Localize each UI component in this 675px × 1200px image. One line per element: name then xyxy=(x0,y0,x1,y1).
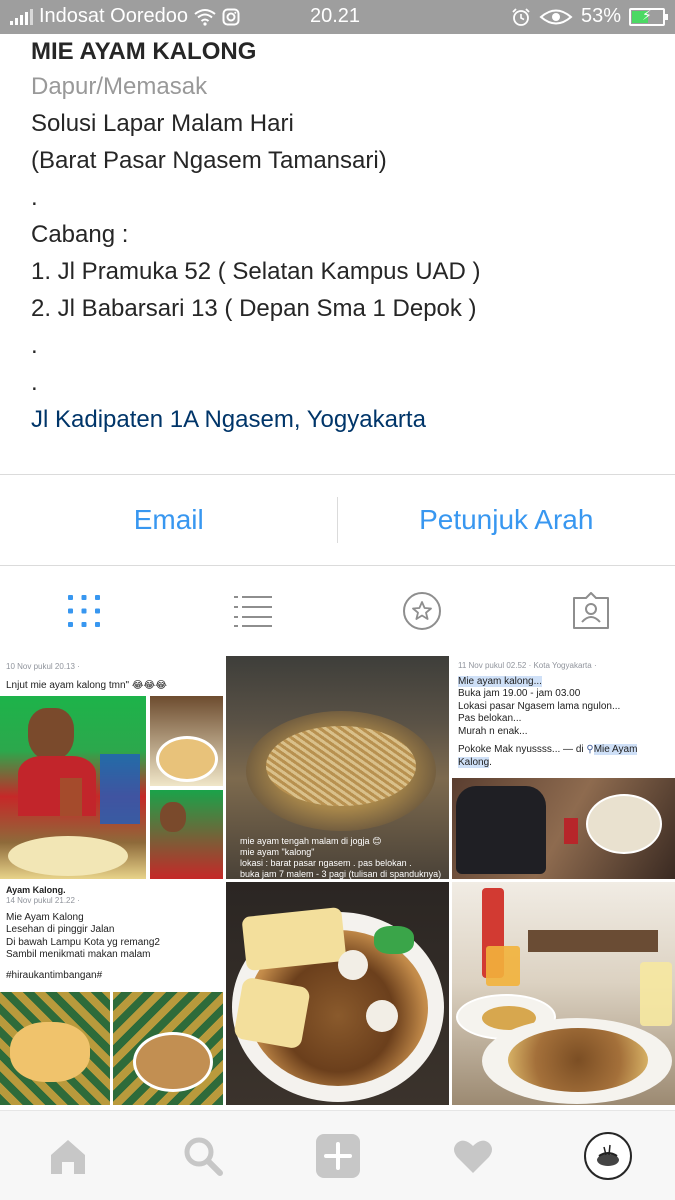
bio-line: (Barat Pasar Ngasem Tamansari) xyxy=(31,147,387,174)
post-text: Lesehan di pinggir Jalan xyxy=(6,924,115,935)
post-text: Pas belokan... xyxy=(458,713,522,724)
post-text: Buka jam 19.00 - jam 03.00 xyxy=(458,688,581,699)
post-photo xyxy=(374,926,414,954)
divider xyxy=(337,497,338,543)
tab-tagged[interactable] xyxy=(506,566,675,656)
post-grid: 10 Nov pukul 20.13 · Lnjut mie ayam kalo… xyxy=(0,656,675,1110)
location-pin-icon: ⚲ xyxy=(586,744,594,755)
post-photo xyxy=(233,976,311,1050)
post-photo xyxy=(0,696,146,879)
post-photo xyxy=(528,930,658,952)
list-icon xyxy=(234,596,273,627)
post-photo xyxy=(640,962,672,1026)
post-text: Lnjut mie ayam kalong tmn" 😂😂😂 xyxy=(6,680,167,691)
instagram-notification-icon xyxy=(222,8,240,25)
carrier-name: Indosat Ooredoo xyxy=(39,5,188,27)
bio-line: . xyxy=(31,332,38,359)
post-photo xyxy=(241,906,347,972)
status-bar: Indosat Ooredoo 20.21 53% ⚡ xyxy=(0,0,675,34)
nav-search[interactable] xyxy=(135,1111,270,1200)
profile-address-link[interactable]: Jl Kadipaten 1A Ngasem, Yogyakarta xyxy=(31,401,651,438)
profile-avatar-icon xyxy=(583,1131,632,1180)
post-text: Pokoke Mak nyussss... — di xyxy=(458,744,587,755)
activity-heart-icon xyxy=(453,1140,492,1173)
post-text: Di bawah Lampu Kota yg remang2 xyxy=(6,936,160,948)
post-meta: 10 Nov pukul 20.13 · xyxy=(6,662,80,671)
bottom-nav xyxy=(0,1110,675,1200)
add-post-icon xyxy=(315,1133,360,1178)
nav-activity[interactable] xyxy=(405,1111,540,1200)
tab-list[interactable] xyxy=(169,566,338,656)
profile-name: MIE AYAM KALONG xyxy=(31,38,257,65)
post-header: Ayam Kalong. xyxy=(6,885,66,895)
post-photo xyxy=(452,778,675,879)
eye-comfort-icon xyxy=(539,9,573,24)
clock: 20.21 xyxy=(310,5,361,27)
email-button[interactable]: Email xyxy=(0,475,338,565)
alarm-icon xyxy=(512,7,530,26)
post-thumbnail[interactable]: mie ayam tengah malam di jogja 😊 mie aya… xyxy=(226,656,449,879)
battery-percent: 53% xyxy=(580,5,621,27)
profile-bio: MIE AYAM KALONG Dapur/Memasak Solusi Lap… xyxy=(31,36,651,438)
post-thumbnail[interactable]: 10 Nov pukul 20.13 · Lnjut mie ayam kalo… xyxy=(0,656,223,879)
saved-star-icon xyxy=(402,592,441,630)
post-text: Lokasi pasar Ngasem lama ngulon... xyxy=(458,700,621,712)
contact-buttons: Email Petunjuk Arah xyxy=(0,475,675,565)
post-photo xyxy=(150,790,223,879)
bio-line: . xyxy=(31,369,38,396)
post-photo xyxy=(113,992,223,1105)
post-thumbnail[interactable]: Ayam Kalong. 14 Nov pukul 21.22 · Mie Ay… xyxy=(0,882,223,1105)
wifi-icon xyxy=(194,8,216,26)
profile-category: Dapur/Memasak xyxy=(31,73,208,100)
post-text: Sambil menikmati makan malam xyxy=(6,949,151,960)
bio-line: 1. Jl Pramuka 52 ( Selatan Kampus UAD ) xyxy=(31,258,481,285)
tagged-icon xyxy=(572,592,609,629)
post-thumbnail[interactable] xyxy=(452,882,675,1105)
post-photo xyxy=(266,726,416,806)
post-photo xyxy=(508,1028,648,1092)
post-meta: 14 Nov pukul 21.22 · xyxy=(6,896,80,905)
post-caption: mie ayam tengah malam di jogja 😊 mie aya… xyxy=(240,836,442,879)
post-photo xyxy=(338,950,368,980)
bio-line: Solusi Lapar Malam Hari xyxy=(31,110,294,137)
home-icon xyxy=(50,1139,85,1174)
post-meta: 11 Nov pukul 02.52 · Kota Yogyakarta · xyxy=(458,661,597,670)
bio-line: . xyxy=(31,184,38,211)
directions-button[interactable]: Petunjuk Arah xyxy=(338,475,675,565)
tab-saved[interactable] xyxy=(338,566,507,656)
search-icon xyxy=(184,1137,223,1176)
post-thumbnail[interactable]: 11 Nov pukul 02.52 · Kota Yogyakarta · M… xyxy=(452,656,675,879)
post-text: Mie Ayam Kalong xyxy=(6,911,84,923)
post-thumbnail[interactable] xyxy=(226,882,449,1105)
post-photo xyxy=(0,992,110,1105)
tab-grid[interactable] xyxy=(0,566,169,656)
bio-line: Cabang : xyxy=(31,221,129,248)
battery-icon: ⚡ xyxy=(629,7,668,26)
post-photo xyxy=(486,946,520,986)
nav-profile[interactable] xyxy=(540,1111,675,1200)
post-photo xyxy=(150,696,223,786)
nav-add-post[interactable] xyxy=(270,1111,405,1200)
post-text: Murah n enak... xyxy=(458,725,528,737)
post-text: Mie ayam kalong... xyxy=(458,675,542,687)
post-photo xyxy=(366,1000,398,1032)
bio-line: 2. Jl Babarsari 13 ( Depan Sma 1 Depok ) xyxy=(31,295,477,322)
signal-icon xyxy=(10,8,33,25)
post-hashtag: #hiraukantimbangan# xyxy=(6,969,103,981)
grid-icon xyxy=(68,595,101,627)
profile-tabs xyxy=(0,566,675,656)
nav-home[interactable] xyxy=(0,1111,135,1200)
